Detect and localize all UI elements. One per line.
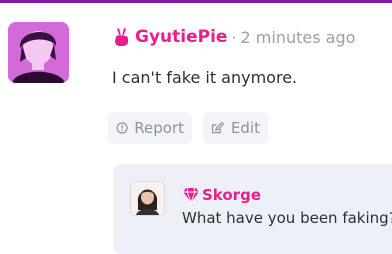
reply-body: What have you been faking? [182,209,392,227]
comment-author-avatar[interactable] [8,22,69,83]
comment-author-row: GyutiePie · 2 minutes ago [112,24,355,50]
avatar-portrait-icon [8,22,69,83]
pencil-square-icon [211,121,224,134]
comment-body: I can't fake it anymore. [112,68,298,87]
gem-icon [183,187,199,203]
comment-timestamp[interactable]: 2 minutes ago [241,28,356,47]
top-accent-border [0,0,392,3]
reply-author-row: Skorge [182,186,261,204]
reply-author-avatar[interactable] [131,182,164,215]
edit-button[interactable]: Edit [203,112,268,144]
peace-hand-icon [115,28,128,46]
report-button[interactable]: Report [108,112,192,144]
reply-author-name[interactable]: Skorge [202,186,261,204]
avatar-portrait-icon [131,182,164,215]
meta-separator: · [231,27,237,47]
comment-author-name[interactable]: GyutiePie [135,27,227,47]
report-button-label: Report [134,119,184,137]
edit-button-label: Edit [230,119,260,137]
exclamation-circle-icon [116,122,128,134]
